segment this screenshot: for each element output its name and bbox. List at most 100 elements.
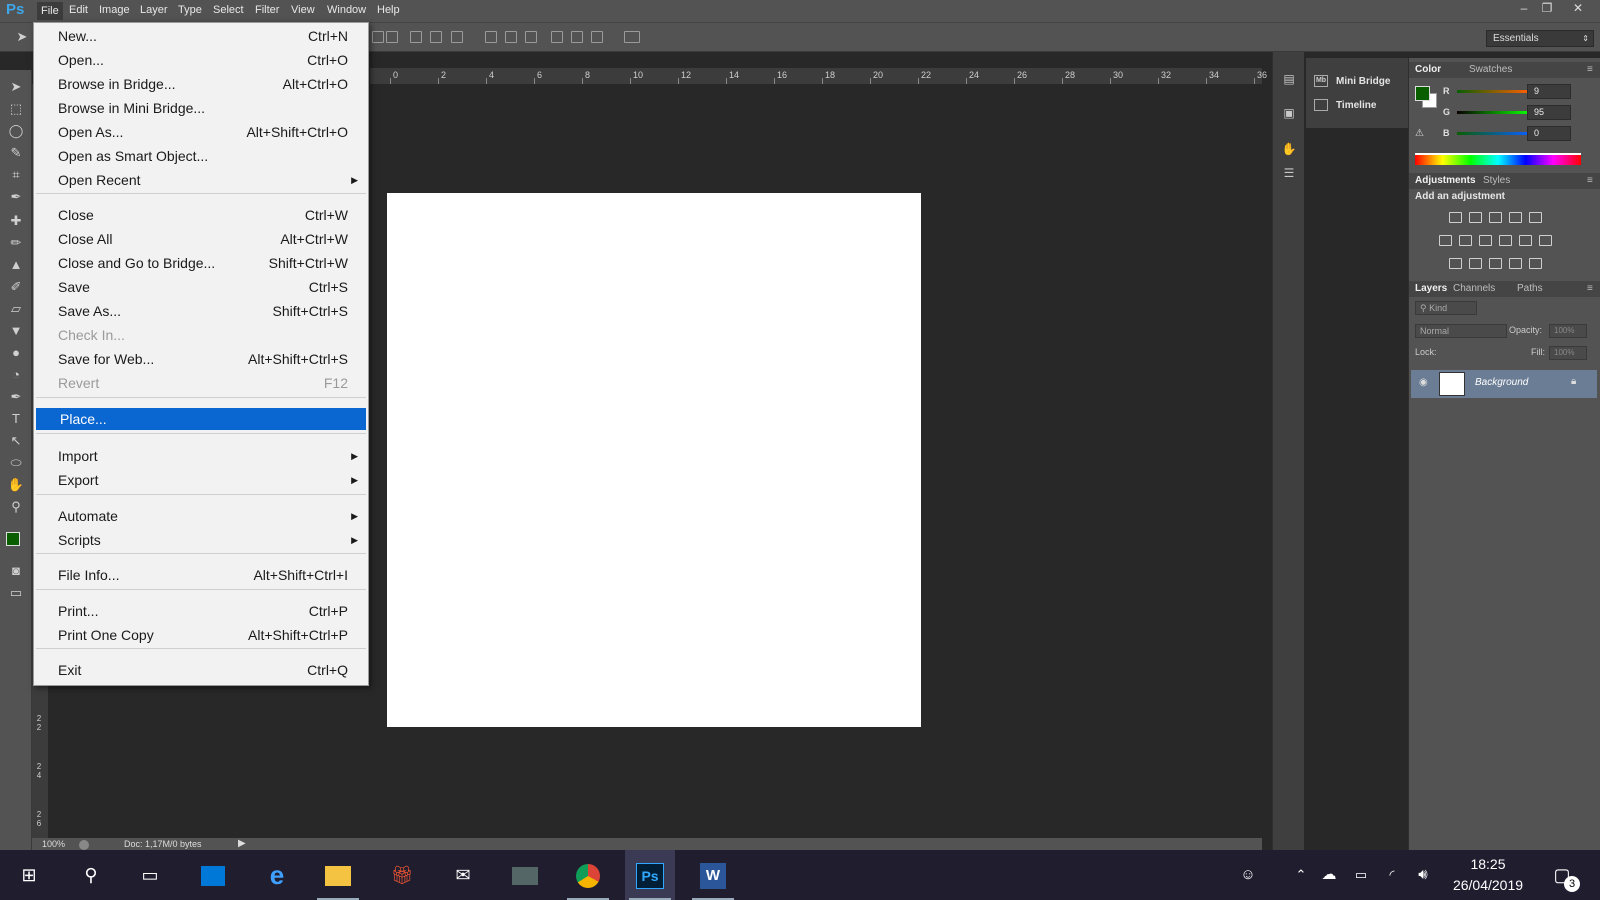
file-menu-item-place[interactable]: Place... (36, 408, 366, 430)
black-white-icon[interactable] (1479, 235, 1492, 246)
file-menu-item-close[interactable]: Close Ctrl+W (34, 204, 368, 226)
curves-icon[interactable] (1489, 212, 1502, 223)
gradient-map-icon[interactable] (1529, 258, 1542, 269)
clock-date[interactable]: 26/04/2019 (1444, 877, 1532, 893)
file-menu-item-browse-in-bridge[interactable]: Browse in Bridge... Alt+Ctrl+O (34, 73, 368, 95)
menu-layer[interactable]: Layer (140, 4, 168, 16)
file-menu-item-save-for-web[interactable]: Save for Web... Alt+Shift+Ctrl+S (34, 348, 368, 370)
tab-layers[interactable]: Layers (1415, 283, 1447, 294)
menu-file[interactable]: File (37, 2, 63, 20)
quick-mask-icon[interactable]: ◙ (6, 562, 26, 580)
align-right-icon[interactable] (451, 31, 463, 43)
foreground-color-swatch[interactable] (6, 532, 20, 546)
move-tool-icon[interactable]: ➤ (6, 78, 26, 96)
task-view-icon[interactable]: ▭ (125, 850, 175, 900)
distribute-hcenter-icon[interactable] (571, 31, 583, 43)
start-button-icon[interactable]: ⊞ (4, 850, 54, 900)
edge-icon[interactable]: e (252, 850, 302, 900)
paint-bucket-tool-icon[interactable]: ▼ (6, 322, 26, 340)
posterize-icon[interactable] (1469, 258, 1482, 269)
color-balance-icon[interactable] (1459, 235, 1472, 246)
tab-swatches[interactable]: Swatches (1469, 64, 1512, 75)
r-value[interactable]: 9 (1527, 84, 1571, 99)
file-menu-item-open-recent[interactable]: Open Recent ▶ (34, 169, 368, 191)
r-slider[interactable] (1457, 90, 1529, 93)
file-menu-item-automate[interactable]: Automate ▶ (34, 505, 368, 527)
menu-type[interactable]: Type (178, 4, 202, 16)
brightness-contrast-icon[interactable] (1449, 212, 1462, 223)
healing-brush-tool-icon[interactable]: ✚ (6, 212, 26, 230)
menu-select[interactable]: Select (213, 4, 244, 16)
tool-presets-icon[interactable]: ☰ (1281, 166, 1297, 182)
distribute-bottom-icon[interactable] (525, 31, 537, 43)
opacity-input[interactable]: 100% (1549, 324, 1587, 338)
b-value[interactable]: 0 (1527, 126, 1571, 141)
hand-tool-icon[interactable]: ✋ (6, 476, 26, 494)
menu-help[interactable]: Help (377, 4, 400, 16)
zoom-level[interactable]: 100% (42, 839, 65, 849)
threshold-icon[interactable] (1489, 258, 1502, 269)
channel-mixer-icon[interactable] (1519, 235, 1532, 246)
file-menu-item-scripts[interactable]: Scripts ▶ (34, 529, 368, 551)
align-left-icon[interactable] (372, 31, 384, 43)
distribute-top-icon[interactable] (485, 31, 497, 43)
layer-kind-filter[interactable]: ⚲ Kind (1415, 301, 1477, 315)
eraser-tool-icon[interactable]: ▱ (6, 300, 26, 318)
g-value[interactable]: 95 (1527, 105, 1571, 120)
tab-paths[interactable]: Paths (1517, 283, 1543, 294)
history-panel-icon[interactable]: ▤ (1281, 72, 1297, 88)
fill-input[interactable]: 100% (1549, 346, 1587, 360)
file-menu-item-open-as-smart-object[interactable]: Open as Smart Object... (34, 145, 368, 167)
workspace-switcher[interactable]: Essentials ⇕ (1486, 30, 1594, 47)
lasso-tool-icon[interactable]: ◯ (6, 122, 26, 140)
layer-row-background[interactable]: ◉ Background 🔒︎ (1411, 370, 1597, 398)
mail-icon[interactable]: ✉ (438, 850, 488, 900)
show-hidden-icons-chevron-icon[interactable]: ⌃ (1290, 850, 1312, 900)
pen-tool-icon[interactable]: ✒ (6, 388, 26, 406)
type-tool-icon[interactable]: T (6, 410, 26, 428)
auto-align-layers-icon[interactable] (624, 31, 640, 43)
gamut-warning-icon[interactable]: ⚠ (1415, 128, 1424, 139)
align-horizontal-center-icon[interactable] (430, 31, 442, 43)
tab-styles[interactable]: Styles (1483, 175, 1510, 186)
word-icon[interactable]: W (688, 850, 738, 900)
file-menu-item-exit[interactable]: Exit Ctrl+Q (34, 659, 368, 681)
vibrance-icon[interactable] (1529, 212, 1542, 223)
photoshop-taskbar-icon[interactable]: Ps (625, 850, 675, 900)
menu-view[interactable]: View (291, 4, 315, 16)
align-top-edge-icon[interactable] (386, 31, 398, 43)
onedrive-cloud-icon[interactable]: ☁ (1316, 850, 1342, 900)
file-menu-item-print-one-copy[interactable]: Print One Copy Alt+Shift+Ctrl+P (34, 624, 368, 646)
hue-saturation-icon[interactable] (1439, 235, 1452, 246)
status-menu-arrow-icon[interactable]: ▶ (238, 838, 246, 849)
file-menu-item-save-as[interactable]: Save As... Shift+Ctrl+S (34, 300, 368, 322)
blend-mode-select[interactable]: Normal (1415, 324, 1507, 338)
quick-selection-tool-icon[interactable]: ✎ (6, 144, 26, 162)
selective-color-icon[interactable] (1509, 258, 1522, 269)
chrome-icon[interactable] (563, 850, 613, 900)
volume-icon[interactable]: 🔊︎ (1410, 850, 1436, 900)
wifi-icon[interactable]: ◜ (1380, 850, 1404, 900)
path-selection-tool-icon[interactable]: ↖ (6, 432, 26, 450)
clock-time[interactable]: 18:25 (1444, 856, 1532, 872)
file-menu-item-print[interactable]: Print... Ctrl+P (34, 600, 368, 622)
eyedropper-tool-icon[interactable]: ✒ (6, 188, 26, 206)
blur-tool-icon[interactable]: ● (6, 344, 26, 362)
menu-window[interactable]: Window (327, 4, 366, 16)
align-vertical-center-icon[interactable] (410, 31, 422, 43)
search-icon[interactable]: ⚲ (66, 850, 116, 900)
file-menu-item-close-and-go-to-bridge[interactable]: Close and Go to Bridge... Shift+Ctrl+W (34, 252, 368, 274)
properties-panel-icon[interactable]: ▣ (1281, 106, 1297, 122)
screen-mode-icon[interactable]: ▭ (6, 584, 26, 602)
invert-icon[interactable] (1449, 258, 1462, 269)
color-foreground-swatch[interactable] (1415, 86, 1430, 101)
file-menu-item-import[interactable]: Import ▶ (34, 445, 368, 467)
brush-tool-icon[interactable]: ✏ (6, 234, 26, 252)
file-menu-item-save[interactable]: Save Ctrl+S (34, 276, 368, 298)
brush-presets-icon[interactable]: ✋ (1281, 142, 1297, 158)
layer-name[interactable]: Background (1475, 377, 1528, 388)
terminal-app-icon[interactable] (500, 850, 550, 900)
panel-menu-icon[interactable]: ≡ (1587, 175, 1593, 186)
gift-app-icon[interactable]: 🎁︎ (377, 850, 427, 900)
panel-menu-icon[interactable]: ≡ (1587, 64, 1593, 75)
